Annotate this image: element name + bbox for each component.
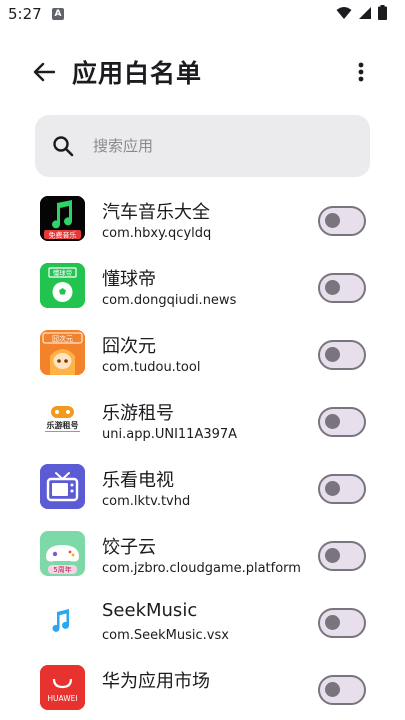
list-item[interactable]: SeekMusic com.SeekMusic.vsx xyxy=(0,588,405,655)
list-item[interactable]: 免费音乐 汽车音乐大全 com.hbxy.qcyldq xyxy=(0,186,405,253)
list-item[interactable]: HUAWEI 华为应用市场 xyxy=(0,655,405,720)
whitelist-toggle[interactable] xyxy=(318,206,366,236)
whitelist-toggle[interactable] xyxy=(318,273,366,303)
toggle-thumb xyxy=(325,414,340,429)
search-bar[interactable] xyxy=(35,115,370,177)
status-time: 5:27 xyxy=(8,5,42,23)
huawei-appgallery-icon: HUAWEI xyxy=(40,665,85,710)
toggle-thumb xyxy=(325,280,340,295)
icon-label: 免费音乐 xyxy=(49,231,77,240)
app-package: com.hbxy.qcyldq xyxy=(102,226,212,241)
more-options-button[interactable] xyxy=(349,58,373,86)
toggle-thumb xyxy=(325,682,340,697)
list-item[interactable]: 囧次元 囧次元 com.tudou.tool xyxy=(0,320,405,387)
toggle-thumb xyxy=(325,213,340,228)
whitelist-toggle[interactable] xyxy=(318,407,366,437)
list-item[interactable]: 乐游租号 乐游租号 uni.app.UNI11A397A xyxy=(0,387,405,454)
toggle-thumb xyxy=(325,347,340,362)
cloud-game-icon: 5周年 xyxy=(40,531,85,576)
app-package: com.lktv.tvhd xyxy=(102,494,191,509)
icon-label: HUAWEI xyxy=(47,694,77,703)
app-package: com.tudou.tool xyxy=(102,360,201,375)
app-package: com.dongqiudi.news xyxy=(102,293,237,308)
toggle-thumb xyxy=(325,481,340,496)
search-icon xyxy=(53,136,74,157)
app-package: com.SeekMusic.vsx xyxy=(102,628,229,643)
notification-badge: A xyxy=(52,8,64,20)
icon-label: 懂球帝 xyxy=(53,268,73,277)
game-rental-icon: 乐游租号 xyxy=(40,397,85,442)
whitelist-toggle[interactable] xyxy=(318,474,366,504)
app-name: 乐游租号 xyxy=(102,403,174,424)
more-vert-icon xyxy=(358,62,364,82)
whitelist-toggle[interactable] xyxy=(318,340,366,370)
soccer-app-icon: 懂球帝 xyxy=(40,263,85,308)
app-package: com.jzbro.cloudgame.platform xyxy=(102,561,301,576)
anime-app-icon: 囧次元 xyxy=(40,330,85,375)
app-bar: 应用白名单 xyxy=(0,44,405,100)
status-icons xyxy=(336,5,387,20)
app-name: 饺子云 xyxy=(102,537,156,558)
signal-icon xyxy=(359,6,371,19)
app-name: 懂球帝 xyxy=(102,269,156,290)
app-name: 汽车音乐大全 xyxy=(102,202,210,223)
list-item[interactable]: 5周年 饺子云 com.jzbro.cloudgame.platform xyxy=(0,521,405,588)
toggle-thumb xyxy=(325,548,340,563)
icon-label: 囧次元 xyxy=(52,334,73,343)
wifi-icon xyxy=(336,6,352,19)
search-input[interactable] xyxy=(93,133,353,159)
whitelist-toggle[interactable] xyxy=(318,608,366,638)
music-app-icon: 免费音乐 xyxy=(40,196,85,241)
app-name: 囧次元 xyxy=(102,336,156,357)
app-name: SeekMusic xyxy=(102,600,198,621)
status-bar: 5:27 A xyxy=(0,0,405,28)
app-package: uni.app.UNI11A397A xyxy=(102,427,238,442)
toggle-thumb xyxy=(325,615,340,630)
icon-label: 5周年 xyxy=(53,565,71,574)
arrow-back-icon xyxy=(33,62,55,82)
tv-app-icon xyxy=(40,464,85,509)
battery-icon xyxy=(378,5,387,20)
page-title: 应用白名单 xyxy=(72,59,203,88)
whitelist-toggle[interactable] xyxy=(318,541,366,571)
seek-music-icon xyxy=(40,598,85,643)
icon-label: 乐游租号 xyxy=(47,420,79,430)
app-name: 乐看电视 xyxy=(102,470,174,491)
back-button[interactable] xyxy=(28,58,60,86)
whitelist-toggle[interactable] xyxy=(318,675,366,705)
list-item[interactable]: 懂球帝 懂球帝 com.dongqiudi.news xyxy=(0,253,405,320)
app-name: 华为应用市场 xyxy=(102,671,210,692)
list-item[interactable]: 乐看电视 com.lktv.tvhd xyxy=(0,454,405,521)
